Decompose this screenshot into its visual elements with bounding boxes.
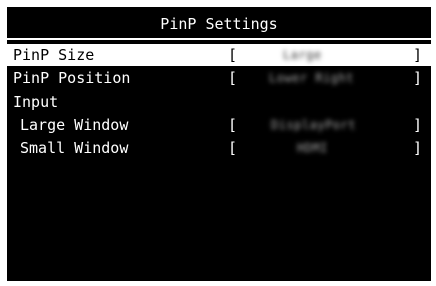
bracket-open: [ — [228, 116, 238, 134]
pinp-size-label: PinP Size — [13, 46, 95, 64]
large-window-label: Large Window — [20, 116, 129, 134]
menu-item-pinp-position[interactable]: PinP Position [ Lower Right ] — [7, 67, 431, 89]
pinp-size-value: Large — [283, 48, 322, 62]
bracket-close: ] — [413, 116, 423, 134]
bracket-open: [ — [228, 69, 238, 87]
bracket-open: [ — [228, 46, 238, 64]
small-window-value: HDMI — [297, 141, 328, 155]
bracket-close: ] — [413, 69, 423, 87]
menu-item-large-window[interactable]: Large Window [ DisplayPort ] — [7, 114, 431, 136]
input-section-label: Input — [13, 93, 59, 111]
pinp-position-value: Lower Right — [269, 71, 354, 85]
menu-title: PinP Settings — [160, 15, 278, 33]
bracket-close: ] — [413, 139, 423, 157]
menu-item-small-window[interactable]: Small Window [ HDMI ] — [7, 137, 431, 159]
pinp-settings-menu: PinP Settings PinP Size [ Large ] PinP P… — [7, 7, 431, 281]
title-divider — [7, 38, 431, 40]
menu-item-pinp-size[interactable]: PinP Size [ Large ] — [7, 44, 431, 66]
bracket-open: [ — [228, 139, 238, 157]
large-window-value: DisplayPort — [271, 118, 356, 132]
pinp-position-label: PinP Position — [13, 69, 131, 87]
bracket-close: ] — [413, 46, 423, 64]
menu-item-input: Input — [7, 91, 431, 113]
small-window-label: Small Window — [20, 139, 129, 157]
